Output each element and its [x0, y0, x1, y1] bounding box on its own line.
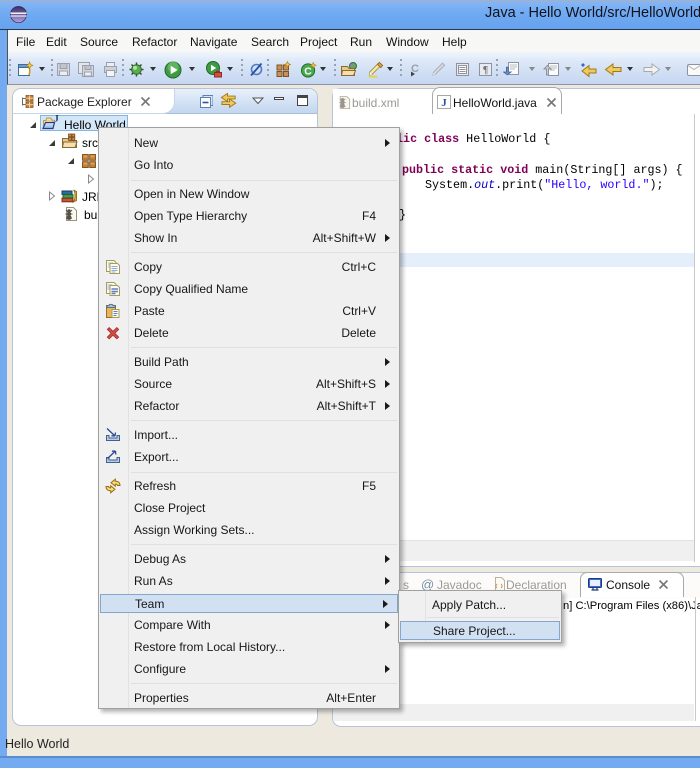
- svg-text:¶: ¶: [483, 65, 488, 76]
- svg-text:C: C: [304, 67, 312, 78]
- svg-text:J: J: [54, 115, 59, 125]
- svg-text:J: J: [441, 97, 447, 109]
